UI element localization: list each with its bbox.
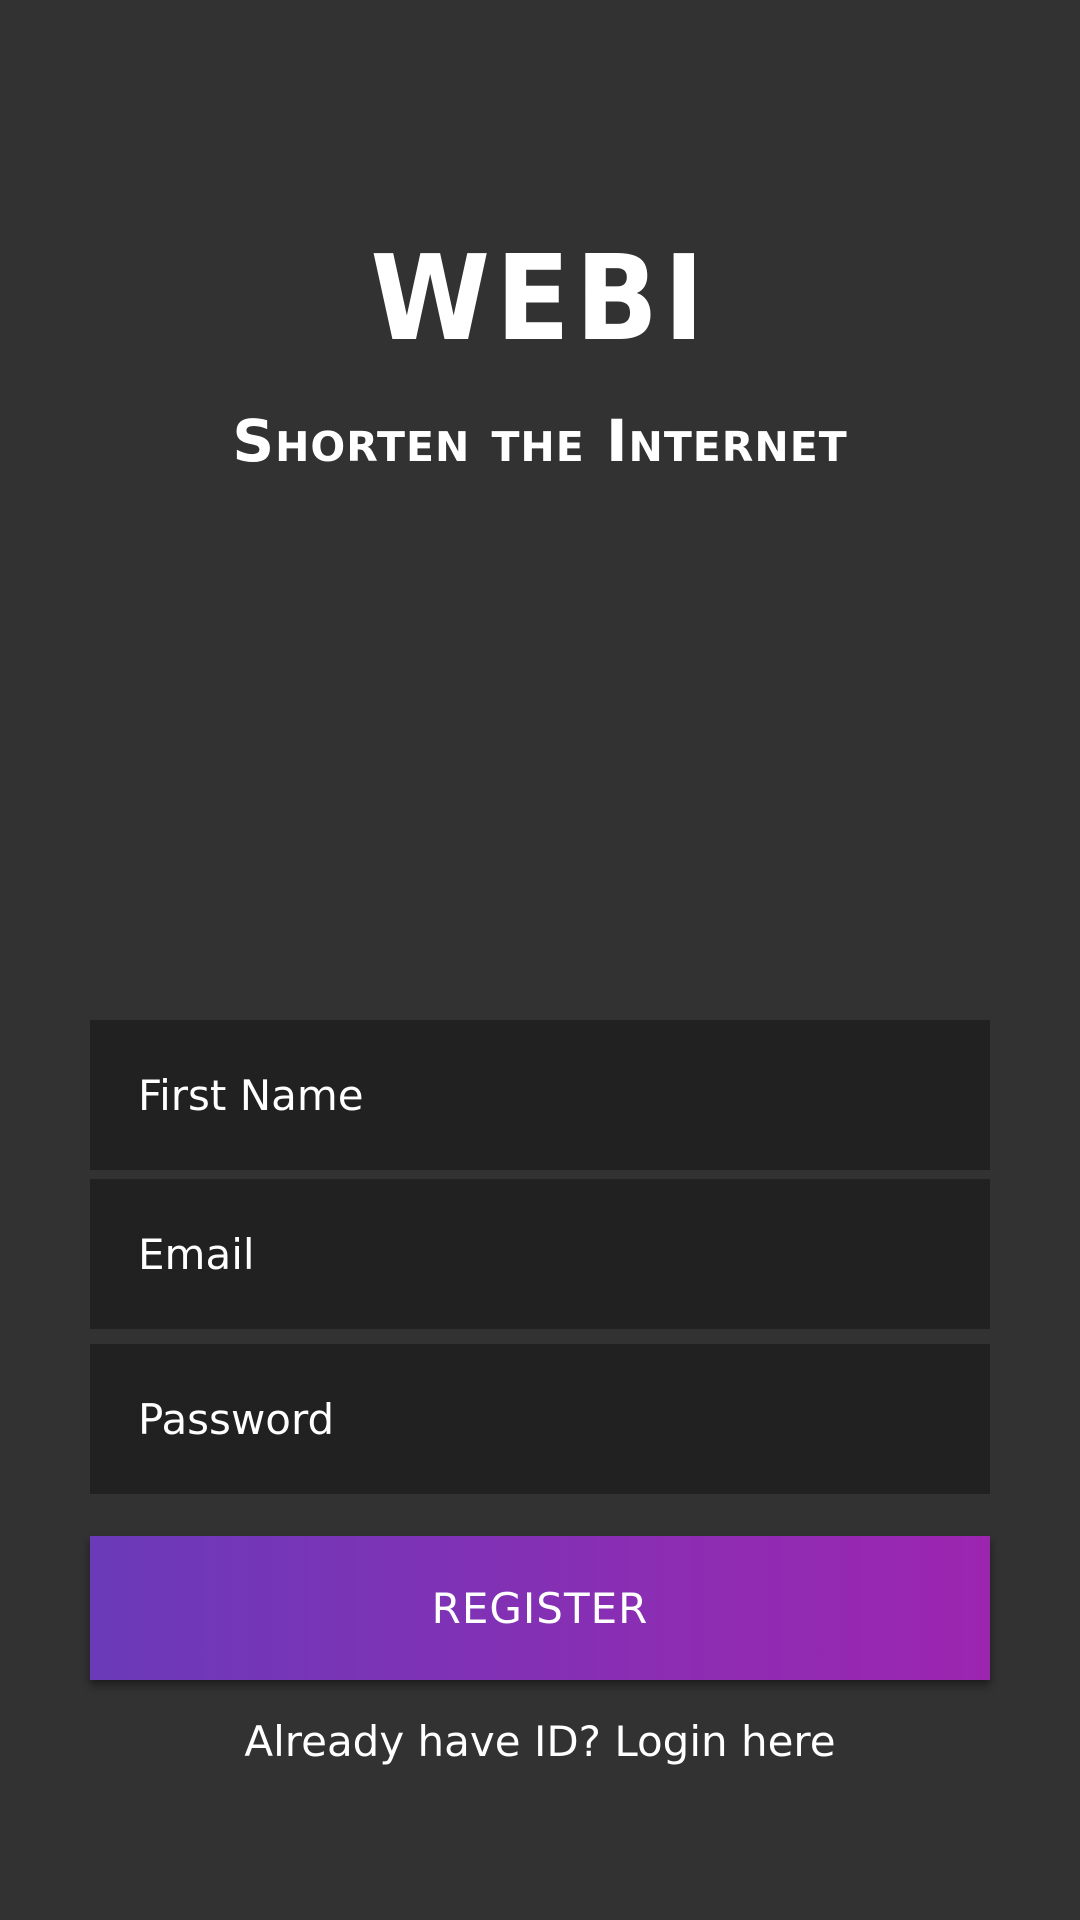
first-name-field[interactable] bbox=[90, 1020, 990, 1170]
email-field[interactable] bbox=[90, 1179, 990, 1329]
login-link[interactable]: Already have ID? Login here bbox=[0, 1712, 1080, 1772]
email-input[interactable] bbox=[90, 1179, 990, 1329]
first-name-input[interactable] bbox=[90, 1020, 990, 1170]
app-title: WEBI bbox=[370, 229, 710, 367]
register-button[interactable]: REGISTER bbox=[90, 1536, 990, 1680]
password-field[interactable] bbox=[90, 1344, 990, 1494]
password-input[interactable] bbox=[90, 1344, 990, 1494]
app-tagline: Shorten the Internet bbox=[232, 407, 848, 475]
